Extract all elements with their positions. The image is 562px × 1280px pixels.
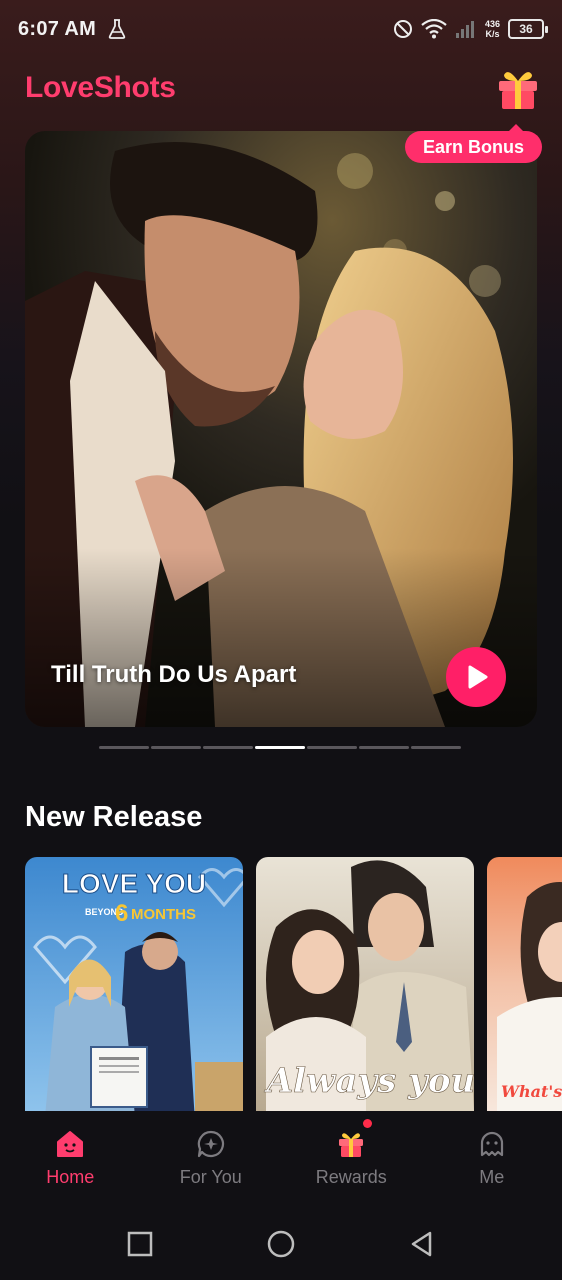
nav-tab-for-you[interactable]: For You [141,1111,282,1207]
app-title: LoveShots [25,71,176,104]
signal-icon [455,21,474,38]
nav-label-home: Home [46,1167,95,1187]
rewards-notification-dot [363,1119,372,1128]
status-bar: 6:07 AM 436 K/s 36 [0,0,562,58]
bottom-navigation: Home For You Rewards Me [0,1111,562,1207]
poster-sub-number: 6 [115,900,128,927]
hero-title: Till Truth Do Us Apart [51,661,297,688]
section-title-new-release: New Release [25,801,203,833]
carousel-dot[interactable] [411,746,461,749]
carousel-dot[interactable] [359,746,409,749]
recents-icon[interactable] [126,1230,154,1258]
poster-title-text: Always you [264,1061,474,1101]
release-card[interactable]: Always you [256,857,474,1111]
earn-bonus-badge[interactable]: Earn Bonus [405,124,543,163]
poster-always-you: Always you [256,857,474,1111]
battery-icon: 36 [508,19,548,39]
earn-bonus-label: Earn Bonus [423,136,525,157]
carousel-dot[interactable] [99,746,149,749]
carousel-dot[interactable] [307,746,357,749]
home-circle-icon[interactable] [267,1230,295,1258]
poster-title-text: What's Up [501,1082,562,1101]
network-speed-value: 436 [484,19,500,29]
home-icon [57,1131,84,1157]
poster-sub-months: MONTHS [131,906,196,923]
hero-banner[interactable]: Till Truth Do Us Apart [25,131,537,727]
carousel-indicator [99,746,461,749]
battery-level: 36 [519,22,533,36]
for-you-icon [197,1130,224,1158]
nav-tab-home[interactable]: Home [0,1111,141,1207]
carousel-dot[interactable] [255,746,305,749]
wifi-icon [421,19,447,39]
app-header: LoveShots [25,66,542,110]
hero-poster-image [25,131,537,727]
nav-tab-me[interactable]: Me [422,1111,562,1207]
flask-icon [108,19,126,39]
release-card[interactable]: LOVE YOU BEYOND 6 MONTHS [25,857,243,1111]
do-not-disturb-icon [393,20,412,38]
release-card[interactable]: What's Up [487,857,562,1111]
carousel-dot[interactable] [203,746,253,749]
status-icons: 436 K/s 36 [393,19,548,39]
system-navigation-bar [0,1207,562,1280]
play-icon [468,665,488,689]
poster-title-text: LOVE YOU [62,868,206,899]
gift-icon[interactable] [494,64,542,112]
network-speed: 436 K/s [485,19,500,39]
nav-tab-rewards[interactable]: Rewards [281,1111,422,1207]
status-time: 6:07 AM [18,17,97,40]
back-icon[interactable] [408,1230,436,1258]
profile-icon [480,1131,503,1157]
nav-label-me: Me [479,1167,505,1187]
poster-love-you-beyond-6-months: LOVE YOU BEYOND 6 MONTHS [25,857,243,1111]
poster-whats-up: What's Up [487,857,562,1111]
nav-label-for-you: For You [179,1167,242,1187]
carousel-dot[interactable] [151,746,201,749]
gift-icon [339,1133,364,1157]
play-button[interactable] [446,647,506,707]
new-release-row: LOVE YOU BEYOND 6 MONTHS Always you What… [25,857,562,1111]
nav-label-rewards: Rewards [315,1167,387,1187]
network-speed-unit: K/s [485,29,500,39]
